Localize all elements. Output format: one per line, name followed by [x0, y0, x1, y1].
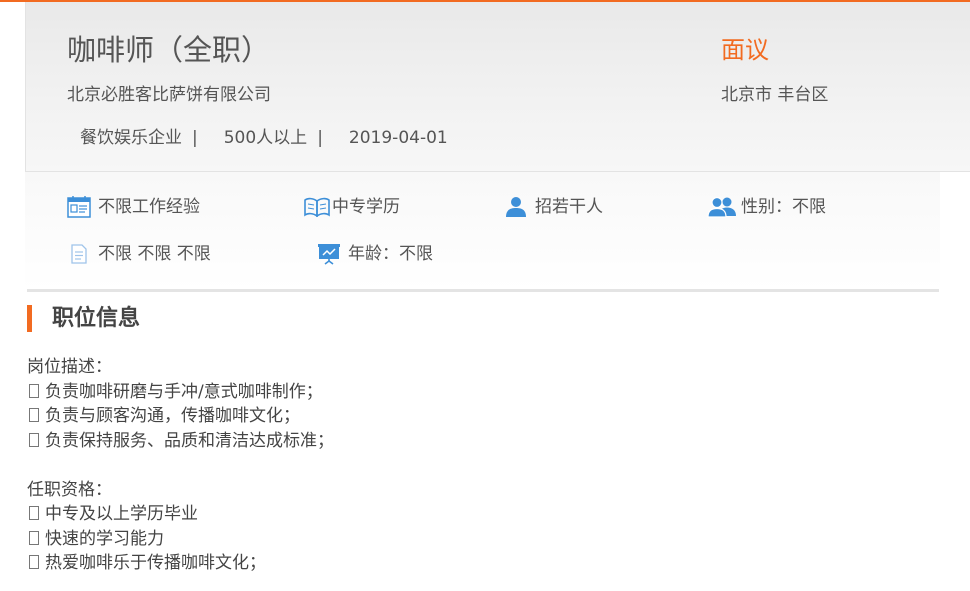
qualification-heading: 任职资格： — [27, 479, 112, 500]
tag-label: 年龄：不限 — [348, 244, 433, 264]
company-name[interactable]: 北京必胜客比萨饼有限公司 — [67, 82, 271, 108]
section-divider — [27, 289, 939, 292]
open-book-icon — [304, 195, 330, 219]
list-item: 负责咖啡研磨与手冲/意式咖啡制作； — [27, 380, 927, 405]
tag-label: 中专学历 — [332, 197, 400, 217]
list-item: 中专及以上学历毕业 — [27, 502, 927, 527]
section-title: 职位信息 — [52, 306, 141, 331]
list-item-text: 负责咖啡研磨与手冲/意式咖啡制作； — [45, 381, 323, 402]
company-meta: 餐饮娱乐企业 | 500人以上 | 2019-04-01 — [80, 125, 448, 151]
bullet-box-icon — [29, 408, 39, 422]
tag-headcount: 招若干人 — [503, 195, 603, 219]
job-header: 咖啡师（全职） 面议 北京必胜客比萨饼有限公司 北京市 丰台区 餐饮娱乐企业 | 5… — [25, 2, 970, 172]
company-size: 500人以上 — [223, 128, 308, 148]
description-heading: 岗位描述： — [27, 357, 112, 377]
list-item: 负责保持服务、品质和清洁达成标准； — [27, 429, 927, 454]
section-accent-bar — [27, 305, 32, 332]
bullet-box-icon — [29, 530, 39, 545]
tag-education: 中专学历 — [304, 195, 400, 219]
bullet-box-icon — [29, 506, 39, 520]
company-industry: 餐饮娱乐企业 — [80, 128, 182, 148]
bullet-box-icon — [29, 383, 39, 398]
people-icon — [707, 195, 737, 219]
list-item-text: 负责保持服务、品质和清洁达成标准； — [45, 430, 334, 451]
presentation-board-icon — [316, 242, 342, 266]
tag-label: 不限 不限 不限 — [98, 244, 211, 264]
tag-label: 招若干人 — [535, 197, 603, 217]
resume-card-icon — [66, 195, 92, 219]
tag-other-requirements: 不限 不限 不限 — [66, 242, 211, 266]
list-item: 快速的学习能力 — [27, 527, 927, 552]
list-item-text: 负责与顾客沟通，传播咖啡文化； — [45, 406, 300, 426]
tag-label: 不限工作经验 — [98, 197, 200, 217]
document-icon — [66, 242, 92, 266]
salary: 面议 — [721, 36, 769, 64]
job-location: 北京市 丰台区 — [721, 85, 829, 105]
tag-experience: 不限工作经验 — [66, 195, 200, 219]
bullet-box-icon — [29, 432, 39, 447]
tag-label: 性别：不限 — [741, 197, 826, 217]
meta-separator: | — [317, 128, 323, 148]
list-item-text: 中专及以上学历毕业 — [45, 504, 198, 524]
job-description: 岗位描述： 负责咖啡研磨与手冲/意式咖啡制作； 负责与顾客沟通，传播咖啡文化； … — [27, 355, 927, 576]
list-item-text: 快速的学习能力 — [45, 528, 164, 549]
person-icon — [503, 195, 529, 219]
tag-gender: 性别：不限 — [707, 195, 826, 219]
bullet-box-icon — [29, 555, 39, 569]
tag-age: 年龄：不限 — [316, 242, 433, 266]
list-item: 负责与顾客沟通，传播咖啡文化； — [27, 404, 927, 429]
job-title: 咖啡师（全职） — [67, 33, 271, 67]
list-item-text: 热爱咖啡乐于传播咖啡文化； — [45, 553, 266, 573]
post-date: 2019-04-01 — [348, 128, 448, 148]
list-item: 热爱咖啡乐于传播咖啡文化； — [27, 551, 927, 576]
meta-separator: | — [192, 128, 198, 148]
job-requirements — [25, 172, 940, 290]
